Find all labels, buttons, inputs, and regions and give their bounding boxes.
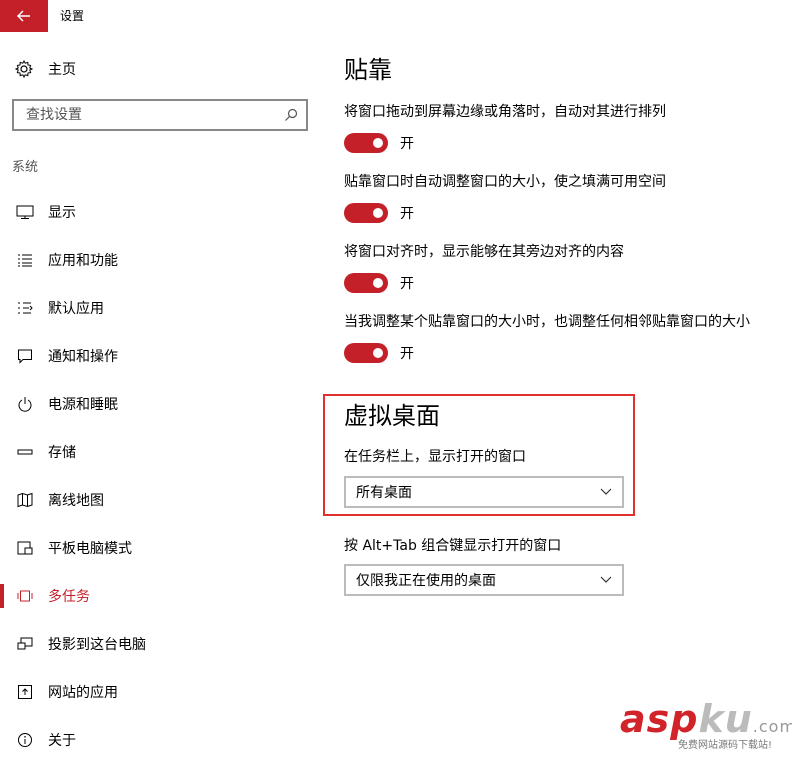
tablet-icon xyxy=(16,539,34,557)
sidebar-item-tablet-mode[interactable]: 平板电脑模式 xyxy=(0,524,320,572)
map-icon xyxy=(16,491,34,509)
sidebar-item-label: 电源和睡眠 xyxy=(48,397,118,413)
sidebar-home[interactable]: 主页 xyxy=(14,58,76,80)
sidebar-item-label: 多任务 xyxy=(48,589,90,605)
chevron-down-icon xyxy=(600,576,612,583)
search-box[interactable] xyxy=(12,99,308,131)
setting-label: 按 Alt+Tab 组合键显示打开的窗口 xyxy=(344,538,562,554)
setting-label: 贴靠窗口时自动调整窗口的大小，使之填满可用空间 xyxy=(344,174,666,190)
snap-setting-1: 将窗口拖动到屏幕边缘或角落时，自动对其进行排列 开 xyxy=(344,102,666,157)
monitor-icon xyxy=(16,203,34,221)
alttab-dropdown[interactable]: 仅限我正在使用的桌面 xyxy=(344,564,624,596)
sidebar-item-power-sleep[interactable]: 电源和睡眠 xyxy=(0,380,320,428)
toggle-state: 开 xyxy=(400,136,414,152)
sidebar-item-label: 应用和功能 xyxy=(48,253,118,269)
watermark-brand-red: asp xyxy=(620,697,699,741)
alttab-setting: 按 Alt+Tab 组合键显示打开的窗口 仅限我正在使用的桌面 xyxy=(344,536,624,596)
power-icon xyxy=(16,395,34,413)
toggle-switch[interactable] xyxy=(344,133,388,153)
storage-icon xyxy=(16,443,34,461)
watermark-brand-gray: ku xyxy=(698,697,753,741)
sidebar-item-label: 显示 xyxy=(48,205,76,221)
project-icon xyxy=(16,635,34,653)
sidebar-item-label: 投影到这台电脑 xyxy=(48,637,146,653)
sidebar-item-display[interactable]: 显示 xyxy=(0,188,320,236)
sidebar-item-label: 默认应用 xyxy=(48,301,104,317)
setting-label: 将窗口拖动到屏幕边缘或角落时，自动对其进行排列 xyxy=(344,104,666,120)
watermark-subtitle: 免费网站源码下载站! xyxy=(678,740,773,751)
toggle-state: 开 xyxy=(400,346,414,362)
back-arrow-icon xyxy=(17,10,30,22)
sidebar: 主页 系统 显示 应用和功能 默认应用 xyxy=(0,32,320,762)
watermark-logo: aspku.com 免费网站源码下载站! xyxy=(620,697,792,760)
sidebar-item-multitasking[interactable]: 多任务 xyxy=(0,572,320,620)
sidebar-item-apps-for-websites[interactable]: 网站的应用 xyxy=(0,668,320,716)
sidebar-item-label: 关于 xyxy=(48,733,76,749)
sidebar-item-label: 存储 xyxy=(48,445,76,461)
snap-setting-2: 贴靠窗口时自动调整窗口的大小，使之填满可用空间 开 xyxy=(344,172,666,227)
list-icon xyxy=(16,251,34,269)
toggle-state: 开 xyxy=(400,206,414,222)
window-title: 设置 xyxy=(60,9,85,23)
setting-label: 当我调整某个贴靠窗口的大小时，也调整任何相邻贴靠窗口的大小 xyxy=(344,314,750,330)
sidebar-item-project-to-pc[interactable]: 投影到这台电脑 xyxy=(0,620,320,668)
back-button[interactable] xyxy=(0,0,48,32)
title-bar: 设置 xyxy=(0,0,792,32)
sidebar-item-apps-features[interactable]: 应用和功能 xyxy=(0,236,320,284)
toggle-switch[interactable] xyxy=(344,203,388,223)
multitask-icon xyxy=(16,587,34,605)
snap-setting-3: 将窗口对齐时，显示能够在其旁边对齐的内容 开 xyxy=(344,242,624,297)
sidebar-home-label: 主页 xyxy=(48,62,76,78)
watermark-brand-suffix: .com xyxy=(752,717,792,736)
highlight-annotation-box xyxy=(323,394,635,516)
snap-setting-4: 当我调整某个贴靠窗口的大小时，也调整任何相邻贴靠窗口的大小 开 xyxy=(344,312,750,367)
setting-label: 将窗口对齐时，显示能够在其旁边对齐的内容 xyxy=(344,244,624,260)
default-apps-icon xyxy=(16,299,34,317)
sidebar-item-label: 离线地图 xyxy=(48,493,104,509)
message-icon xyxy=(16,347,34,365)
toggle-switch[interactable] xyxy=(344,273,388,293)
snap-section-title: 贴靠 xyxy=(344,56,392,84)
sidebar-item-label: 平板电脑模式 xyxy=(48,541,132,557)
search-icon xyxy=(285,108,298,121)
sidebar-item-label: 通知和操作 xyxy=(48,349,118,365)
sidebar-nav: 显示 应用和功能 默认应用 通知和操作 电源和睡眠 存储 离线地图 平板电脑模式… xyxy=(0,188,320,764)
toggle-state: 开 xyxy=(400,276,414,292)
gear-icon xyxy=(14,59,34,79)
info-icon xyxy=(16,731,34,749)
sidebar-item-offline-maps[interactable]: 离线地图 xyxy=(0,476,320,524)
search-input[interactable] xyxy=(24,106,284,124)
sidebar-item-about[interactable]: 关于 xyxy=(0,716,320,764)
dropdown-value: 仅限我正在使用的桌面 xyxy=(356,573,496,589)
sidebar-item-label: 网站的应用 xyxy=(48,685,118,701)
sidebar-item-default-apps[interactable]: 默认应用 xyxy=(0,284,320,332)
section-label-system: 系统 xyxy=(12,160,39,175)
web-apps-icon xyxy=(16,683,34,701)
sidebar-item-notifications[interactable]: 通知和操作 xyxy=(0,332,320,380)
sidebar-item-storage[interactable]: 存储 xyxy=(0,428,320,476)
toggle-switch[interactable] xyxy=(344,343,388,363)
